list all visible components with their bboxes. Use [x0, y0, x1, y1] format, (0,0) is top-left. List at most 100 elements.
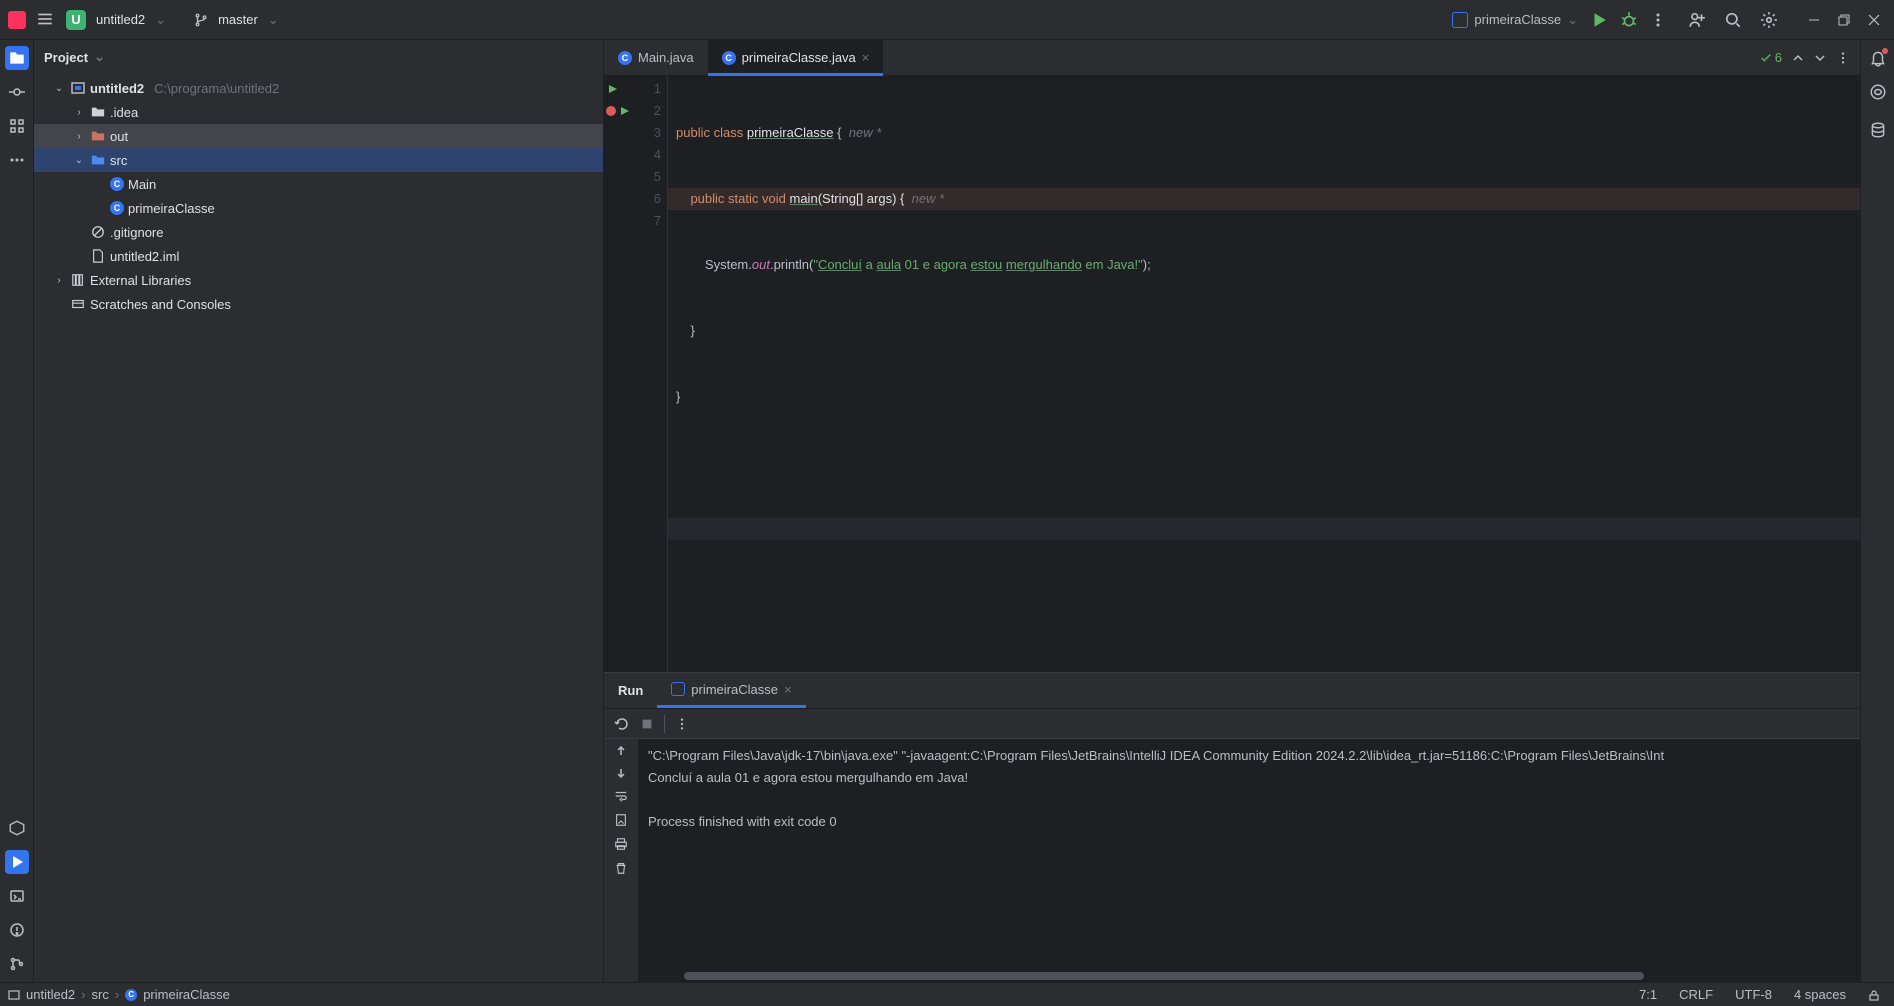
close-tab-button[interactable]: × — [862, 50, 870, 65]
breakpoint-icon[interactable] — [606, 106, 616, 116]
tree-row-out[interactable]: › out — [34, 124, 603, 148]
run-toolbar — [604, 709, 1860, 739]
breadcrumb-item[interactable]: untitled2 — [26, 987, 75, 1002]
readonly-lock-icon[interactable] — [1862, 989, 1886, 1001]
ai-assistant-button[interactable] — [1866, 80, 1890, 104]
run-side-toolbar — [604, 739, 638, 982]
chevron-right-icon[interactable]: › — [52, 275, 66, 286]
stop-button[interactable] — [640, 717, 654, 731]
branch-name[interactable]: master — [218, 12, 258, 27]
tab-label: Main.java — [638, 50, 694, 65]
terminal-toolwindow-button[interactable] — [5, 884, 29, 908]
print-button[interactable] — [614, 837, 628, 851]
minimize-button[interactable] — [1808, 14, 1820, 26]
tree-row-root[interactable]: ⌄ untitled2 C:\programa\untitled2 — [34, 76, 603, 100]
run-output[interactable]: "C:\Program Files\Java\jdk-17\bin\java.e… — [638, 739, 1860, 970]
maximize-button[interactable] — [1838, 14, 1850, 26]
project-tree[interactable]: ⌄ untitled2 C:\programa\untitled2 › .ide… — [34, 74, 603, 982]
code-with-me-button[interactable] — [1688, 11, 1706, 29]
tree-row-gitignore[interactable]: .gitignore — [34, 220, 603, 244]
run-tab-title[interactable]: Run — [604, 673, 657, 708]
tab-main[interactable]: C Main.java — [604, 40, 708, 75]
run-button[interactable] — [1590, 11, 1608, 29]
tree-row-idea[interactable]: › .idea — [34, 100, 603, 124]
tree-row-src[interactable]: ⌄ src — [34, 148, 603, 172]
gutter[interactable]: 1 2 3 4 5 6 7 — [604, 76, 668, 672]
vcs-toolwindow-button[interactable] — [5, 952, 29, 976]
tab-primeira[interactable]: C primeiraClasse.java × — [708, 40, 884, 75]
tree-label: Scratches and Consoles — [90, 297, 231, 312]
chevron-down-icon[interactable]: ⌄ — [155, 12, 166, 28]
project-toolwindow-button[interactable] — [5, 46, 29, 70]
inspections-widget[interactable]: 6 — [1759, 50, 1782, 65]
tree-row-external-libs[interactable]: › External Libraries — [34, 268, 603, 292]
search-button[interactable] — [1724, 11, 1742, 29]
tree-label: .idea — [110, 105, 138, 120]
chevron-down-icon[interactable]: ⌄ — [72, 155, 86, 166]
run-configuration-selector[interactable]: primeiraClasse ⌄ — [1452, 12, 1578, 28]
rerun-button[interactable] — [614, 716, 630, 732]
breadcrumb[interactable]: untitled2 › src › C primeiraClasse — [8, 987, 230, 1002]
close-run-tab-button[interactable]: × — [784, 682, 792, 697]
panel-title: Project — [44, 50, 88, 65]
scroll-down-button[interactable] — [615, 767, 627, 779]
code-editor[interactable]: 1 2 3 4 5 6 7 public class primeiraClass… — [604, 76, 1860, 672]
commit-toolwindow-button[interactable] — [5, 80, 29, 104]
scratches-icon — [70, 296, 86, 312]
run-config-icon — [671, 682, 685, 696]
chevron-down-icon[interactable]: ⌄ — [268, 12, 279, 28]
services-toolwindow-button[interactable] — [5, 816, 29, 840]
clear-button[interactable] — [614, 861, 628, 875]
more-toolwindows-button[interactable] — [5, 148, 29, 172]
file-encoding[interactable]: UTF-8 — [1729, 987, 1778, 1002]
tree-label: untitled2.iml — [110, 249, 179, 264]
tree-row-iml[interactable]: untitled2.iml — [34, 244, 603, 268]
statusbar: untitled2 › src › C primeiraClasse 7:1 C… — [0, 982, 1894, 1006]
chevron-right-icon[interactable]: › — [72, 107, 86, 118]
run-toolwindow-button[interactable] — [5, 850, 29, 874]
softwrap-button[interactable] — [614, 789, 628, 803]
run-more-actions-button[interactable] — [675, 717, 689, 731]
prev-highlight-button[interactable] — [1792, 52, 1804, 64]
close-button[interactable] — [1868, 14, 1880, 26]
main-menu-button[interactable] — [36, 10, 56, 30]
tree-row-main-class[interactable]: C Main — [34, 172, 603, 196]
chevron-down-icon[interactable]: ⌄ — [52, 83, 66, 94]
scroll-to-end-button[interactable] — [614, 813, 628, 827]
scrollbar-thumb[interactable] — [684, 972, 1644, 980]
chevron-right-icon[interactable]: › — [72, 131, 86, 142]
tab-list-button[interactable] — [1836, 51, 1850, 65]
settings-button[interactable] — [1760, 11, 1778, 29]
class-icon: C — [110, 201, 124, 215]
project-panel-header[interactable]: Project ⌄ — [34, 40, 603, 74]
run-config-name: primeiraClasse — [691, 682, 778, 697]
breadcrumb-item[interactable]: primeiraClasse — [143, 987, 230, 1002]
run-gutter-icon[interactable] — [620, 106, 630, 116]
notifications-button[interactable] — [1866, 46, 1890, 70]
run-panel: Run primeiraClasse × — [604, 672, 1860, 982]
run-config-tab[interactable]: primeiraClasse × — [657, 673, 805, 708]
project-panel: Project ⌄ ⌄ untitled2 C:\programa\untitl… — [34, 40, 604, 982]
next-highlight-button[interactable] — [1814, 52, 1826, 64]
line-separator[interactable]: CRLF — [1673, 987, 1719, 1002]
problems-toolwindow-button[interactable] — [5, 918, 29, 942]
run-config-name: primeiraClasse — [1474, 12, 1561, 27]
indent-settings[interactable]: 4 spaces — [1788, 987, 1852, 1002]
tree-row-primeira-class[interactable]: C primeiraClasse — [34, 196, 603, 220]
code-content[interactable]: public class primeiraClasse { new * publ… — [668, 76, 1860, 672]
breadcrumb-item[interactable]: src — [92, 987, 109, 1002]
scroll-up-button[interactable] — [615, 745, 627, 757]
cursor-position[interactable]: 7:1 — [1633, 987, 1663, 1002]
database-toolwindow-button[interactable] — [1866, 118, 1890, 142]
tree-row-scratches[interactable]: Scratches and Consoles — [34, 292, 603, 316]
editor-area: C Main.java C primeiraClasse.java × 6 — [604, 40, 1860, 982]
structure-toolwindow-button[interactable] — [5, 114, 29, 138]
gitignore-icon — [90, 224, 106, 240]
debug-button[interactable] — [1620, 11, 1638, 29]
run-gutter-icon[interactable] — [608, 84, 618, 94]
project-name[interactable]: untitled2 — [96, 12, 145, 27]
chevron-down-icon: ⌄ — [94, 49, 105, 65]
inspections-count: 6 — [1775, 50, 1782, 65]
run-scrollbar[interactable] — [638, 970, 1860, 982]
more-actions-button[interactable] — [1650, 12, 1666, 28]
